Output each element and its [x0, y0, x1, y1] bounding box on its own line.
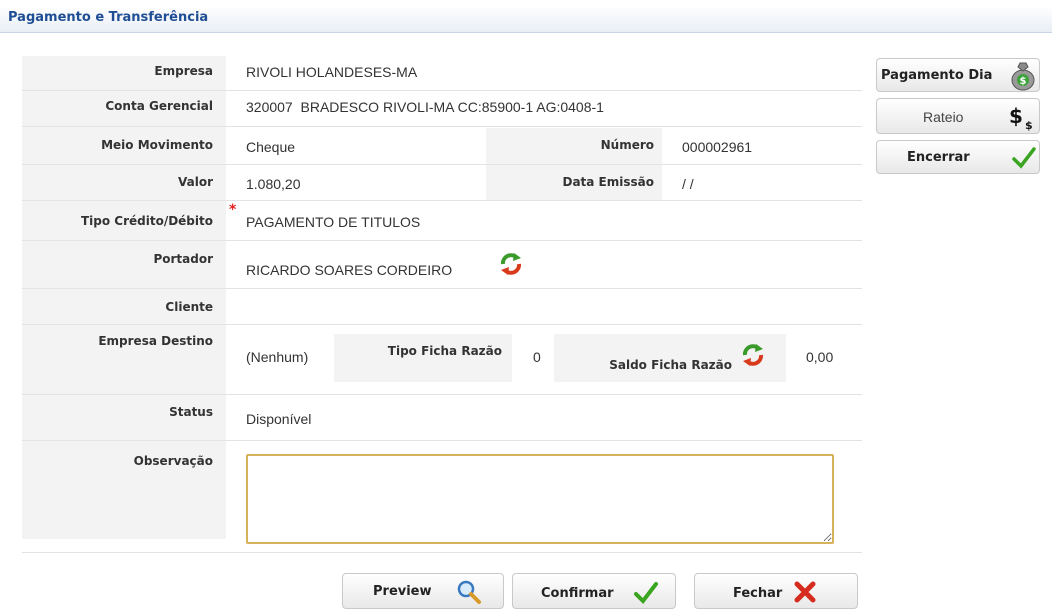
preview-label: Preview — [373, 584, 432, 599]
empresa-destino-value: (Nenhum) — [246, 349, 309, 365]
portador-label: Portador — [153, 252, 213, 266]
confirmar-label: Confirmar — [541, 586, 614, 601]
svg-text:$: $ — [1009, 104, 1023, 128]
rateio-label: Rateio — [923, 109, 964, 125]
meio-movimento-label: Meio Movimento — [101, 138, 213, 152]
meio-movimento-value: Cheque — [246, 139, 296, 155]
pagamento-dia-button[interactable]: Pagamento Dia $ — [876, 58, 1040, 92]
money-bag-icon: $ — [1011, 62, 1035, 91]
saldo-ficha-razao-label: Saldo Ficha Razão — [609, 358, 732, 372]
empresa-value: RIVOLI HOLANDESES-MA — [246, 64, 418, 80]
valor-label: Valor — [177, 175, 213, 189]
magnifier-icon — [457, 580, 481, 604]
pagamento-dia-label: Pagamento Dia — [881, 68, 993, 83]
tipo-ficha-razao-label: Tipo Ficha Razão — [387, 344, 502, 358]
cliente-label: Cliente — [165, 300, 213, 314]
observacao-label: Observação — [133, 454, 213, 468]
numero-label: Número — [600, 138, 654, 152]
check-icon — [634, 582, 658, 605]
refresh-icon[interactable] — [498, 251, 524, 277]
dollar-icon: $ $ — [1009, 104, 1033, 131]
tipo-credito-debito-value: PAGAMENTO DE TITULOS — [246, 214, 421, 230]
numero-value: 000002961 — [682, 139, 753, 155]
label-cell-tipo-ficha — [334, 334, 512, 382]
saldo-ficha-razao-value: 0,00 — [806, 349, 834, 365]
x-icon — [794, 581, 816, 603]
conta-gerencial-label: Conta Gerencial — [105, 99, 213, 113]
window-title: Pagamento e Transferência — [8, 10, 209, 25]
observacao-textarea[interactable] — [246, 454, 834, 544]
data-emissao-value: / / — [682, 176, 694, 192]
required-mark: * — [229, 202, 237, 218]
valor-value: 1.080,20 — [246, 176, 301, 192]
title-bar: Pagamento e Transferência — [0, 6, 1052, 33]
encerrar-label: Encerrar — [907, 150, 970, 165]
encerrar-button[interactable]: Encerrar — [876, 140, 1040, 174]
confirmar-button[interactable]: Confirmar — [512, 573, 676, 609]
rateio-button[interactable]: Rateio $ $ — [876, 98, 1040, 134]
refresh-icon[interactable] — [740, 342, 766, 368]
empresa-destino-label: Empresa Destino — [98, 334, 213, 348]
preview-button[interactable]: Preview — [342, 573, 504, 609]
status-value: Disponível — [246, 411, 312, 427]
empresa-label: Empresa — [154, 64, 213, 78]
portador-value: RICARDO SOARES CORDEIRO — [246, 262, 453, 278]
tipo-ficha-razao-value: 0 — [533, 349, 541, 365]
tipo-credito-debito-label: Tipo Crédito/Débito — [80, 214, 213, 228]
status-label: Status — [169, 405, 213, 419]
conta-gerencial-value: 320007 BRADESCO RIVOLI-MA CC:85900-1 AG:… — [246, 99, 604, 115]
fechar-button[interactable]: Fechar — [694, 573, 858, 609]
fechar-label: Fechar — [733, 586, 783, 601]
data-emissao-label: Data Emissão — [562, 175, 654, 189]
svg-text:$: $ — [1025, 119, 1033, 131]
svg-text:$: $ — [1020, 76, 1027, 87]
check-icon — [1012, 147, 1036, 169]
